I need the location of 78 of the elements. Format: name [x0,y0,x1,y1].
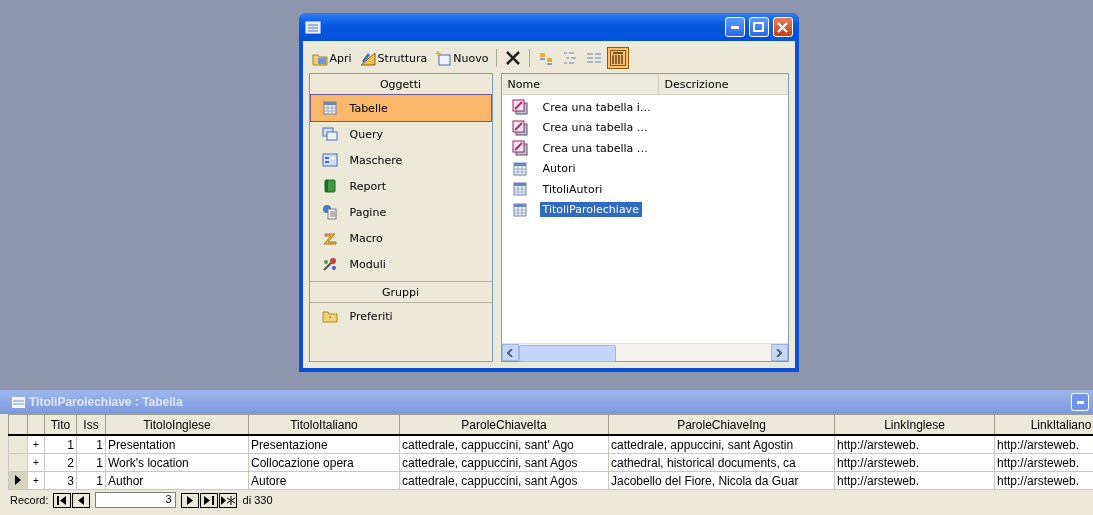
minimize-icon [1076,400,1084,404]
object-type-item[interactable]: Query [310,121,491,147]
list-item[interactable]: TitoliAutori [539,181,606,197]
minimize-button[interactable] [724,17,745,37]
table-icon [321,100,338,116]
last-icon [203,495,214,505]
record-label: Record: [10,494,49,506]
wizard-icon [511,119,528,136]
folder-icon [321,308,338,324]
previous-record-button[interactable] [71,492,90,508]
wizard-icon [511,99,528,116]
group-item[interactable]: Preferiti [310,303,491,329]
column-header[interactable]: LinkInglese [834,414,995,435]
column-header[interactable]: Nome [501,74,659,94]
table-icon [12,396,25,408]
object-type-item[interactable]: Tabelle [310,95,491,121]
list-item[interactable]: TitoliParolechiave [539,202,642,218]
column-header[interactable]: Tito [44,414,77,435]
next-record-button[interactable] [180,492,199,508]
page-icon [321,204,338,220]
section-header: Gruppi [309,281,492,303]
small-icons-icon [562,50,579,66]
minimize-icon [730,25,739,29]
column-header[interactable]: Iss [76,414,106,435]
object-type-item[interactable]: Pagine [310,199,491,225]
close-icon [777,21,788,33]
window-title: TitoliParolechiave : Tabella [29,395,183,409]
book-icon [321,178,338,194]
toolbar-button[interactable]: Struttura [356,48,431,68]
object-type-item[interactable]: Macro [310,225,491,251]
large-icons-icon [538,50,555,66]
new-record-icon [220,495,235,505]
column-header[interactable]: TitoloItaliano [248,414,400,435]
list-item[interactable]: Autori [539,161,579,177]
toolbar-button[interactable]: Nuovo [432,48,492,68]
list-item[interactable]: Crea una tabella … [539,140,651,156]
database-icon [304,19,321,35]
next-icon [186,495,193,505]
object-type-item[interactable]: Moduli [310,251,491,277]
first-icon [56,495,67,505]
query-icon [321,126,338,142]
minimize-button[interactable] [1071,393,1089,411]
record-count: di 330 [242,494,273,506]
record-number-field[interactable]: 3 [94,492,176,508]
column-header[interactable]: ParoleChiaveIng [608,414,835,435]
column-header[interactable]: Descrizione [658,74,729,94]
new-icon [435,50,452,66]
first-record-button[interactable] [52,492,71,508]
column-header[interactable]: LinkItaliano [994,414,1093,435]
list-icon [586,50,603,66]
select-all-corner[interactable] [8,414,28,435]
column-header[interactable]: ParoleChiaveIta [399,414,609,435]
wizard-icon [511,140,528,157]
form-icon [321,152,338,168]
maximize-icon [753,22,764,32]
arrow-right-icon [776,348,782,357]
object-type-item[interactable]: Report [310,173,491,199]
arrow-left-icon [507,348,513,357]
list-item[interactable]: Crea una tabella i… [539,99,654,115]
column-header[interactable]: TitoloInglese [105,414,249,435]
last-record-button[interactable] [199,492,218,508]
current-row-icon [15,474,21,485]
table-icon [511,201,528,218]
table-icon [511,181,528,198]
maximize-button[interactable] [748,17,769,37]
close-button[interactable] [772,17,793,37]
previous-icon [77,495,84,505]
new-record-button[interactable] [218,492,237,508]
table-icon [511,160,528,177]
object-type-item[interactable]: Maschere [310,147,491,173]
close-icon [505,50,522,66]
details-icon [610,50,627,66]
toolbar-button[interactable]: Apri [308,48,355,68]
macro-icon [321,230,338,246]
horizontal-scrollbar[interactable] [501,343,788,361]
view-button[interactable] [607,47,630,69]
ruler-icon [359,50,376,66]
list-item[interactable]: Crea una tabella … [539,120,651,136]
